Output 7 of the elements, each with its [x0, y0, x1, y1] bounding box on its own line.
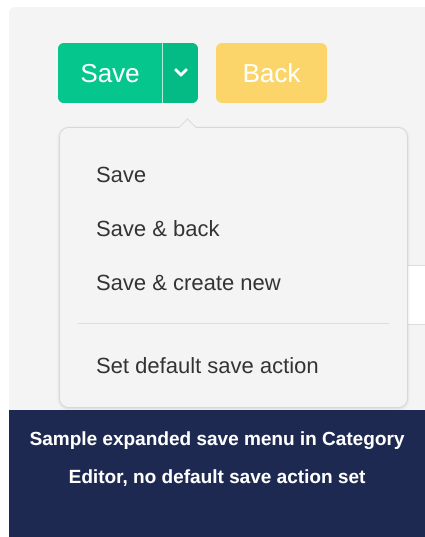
save-options-button[interactable]: [162, 43, 198, 103]
menu-item[interactable]: Set default save action: [60, 338, 407, 392]
chevron-down-icon: [174, 68, 188, 78]
menu-item[interactable]: Save & create new: [60, 255, 407, 309]
menu-item[interactable]: Save: [60, 147, 407, 201]
menu-item[interactable]: Save & back: [60, 201, 407, 255]
caption: Sample expanded save menu in Category Editor, no default save action set: [28, 428, 406, 490]
